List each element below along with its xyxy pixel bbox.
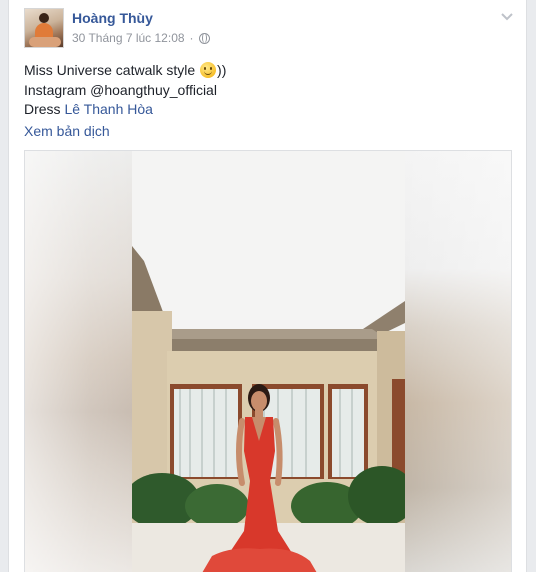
video-player[interactable] <box>24 150 512 572</box>
video-frame[interactable] <box>132 151 405 572</box>
post-line-3: Dress Lê Thanh Hòa <box>24 101 153 117</box>
see-translation-link[interactable]: Xem bản dịch <box>24 123 110 139</box>
chevron-down-icon[interactable] <box>500 9 514 23</box>
dress-designer-link[interactable]: Lê Thanh Hòa <box>64 101 152 117</box>
timestamp[interactable]: 30 Tháng 7 lúc 12:08 <box>72 31 185 45</box>
post-line-1: Miss Universe catwalk style )) <box>24 62 227 78</box>
post-meta: 30 Tháng 7 lúc 12:08 · <box>72 31 210 45</box>
video-blur-left <box>25 151 133 572</box>
audience-separator: · <box>189 31 194 45</box>
post-card: Hoàng Thùy 30 Tháng 7 lúc 12:08 · Miss U… <box>8 0 527 572</box>
author-name[interactable]: Hoàng Thùy <box>72 10 153 26</box>
avatar[interactable] <box>24 8 64 48</box>
post-line-2: Instagram @hoangthuy_official <box>24 81 217 98</box>
video-blur-right <box>401 151 511 572</box>
globe-icon[interactable] <box>198 32 210 44</box>
smile-icon <box>200 62 217 78</box>
post-text: Miss Universe catwalk style )) Instagram… <box>24 61 226 120</box>
